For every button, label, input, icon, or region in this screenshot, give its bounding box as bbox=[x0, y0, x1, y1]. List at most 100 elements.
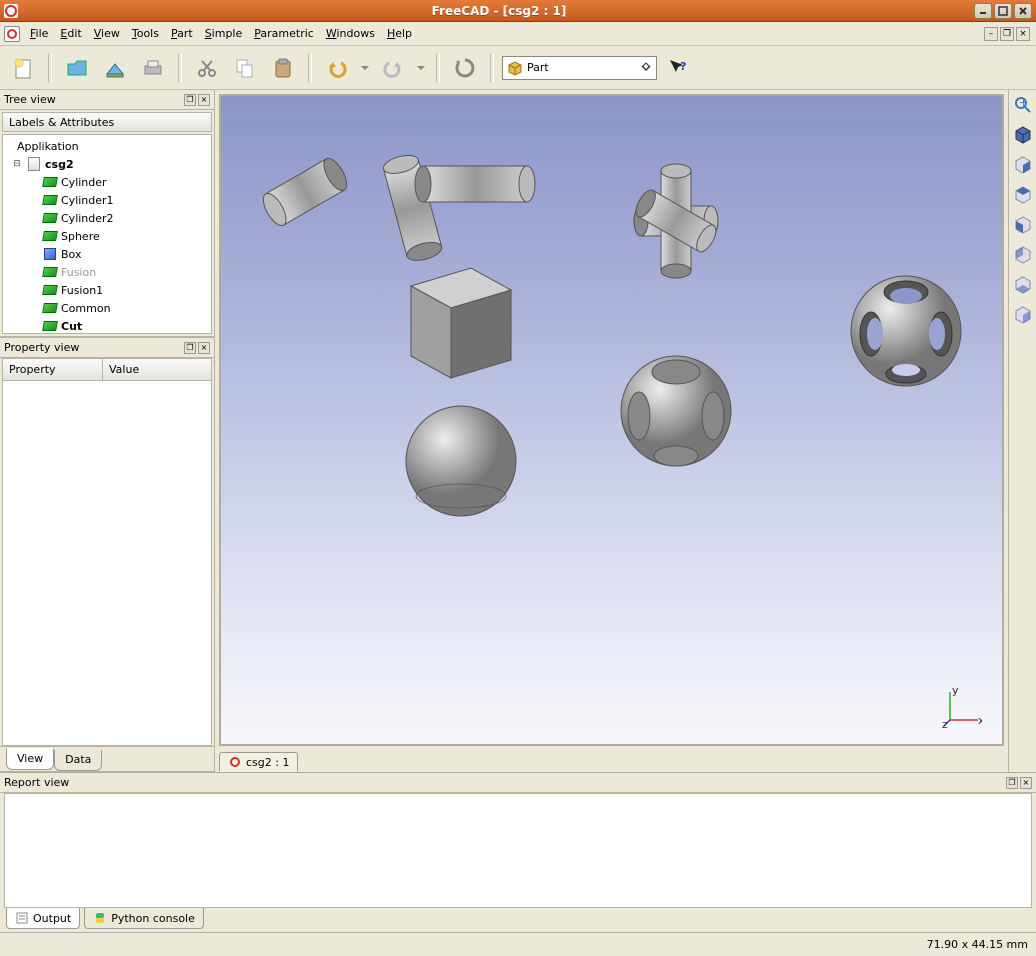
tree-item-cylinder[interactable]: Cylinder bbox=[3, 173, 211, 191]
prop-col-property[interactable]: Property bbox=[3, 359, 103, 380]
shape-fusion1 bbox=[601, 151, 751, 291]
tree-close-button[interactable]: × bbox=[198, 94, 210, 106]
svg-text:+: + bbox=[1019, 96, 1028, 109]
tab-data[interactable]: Data bbox=[54, 750, 102, 771]
report-body[interactable] bbox=[4, 793, 1032, 908]
view-iso-button[interactable] bbox=[1012, 124, 1034, 146]
tab-output[interactable]: Output bbox=[6, 908, 80, 929]
print-button[interactable] bbox=[136, 51, 170, 85]
tree-item-label: Cut bbox=[61, 320, 82, 333]
workbench-selector[interactable]: Part bbox=[502, 56, 657, 80]
tree-view-title: Tree view bbox=[4, 93, 56, 106]
svg-text:?: ? bbox=[680, 60, 686, 73]
part-icon bbox=[42, 264, 58, 280]
tree-item-box[interactable]: Box bbox=[3, 245, 211, 263]
menu-help[interactable]: Help bbox=[381, 24, 418, 43]
tree-view-panel: Tree view ❐ × Labels & Attributes Applik… bbox=[0, 90, 214, 338]
tab-view[interactable]: View bbox=[6, 748, 54, 770]
mdi-restore-button[interactable]: ❐ bbox=[1000, 27, 1014, 41]
prop-close-button[interactable]: × bbox=[198, 342, 210, 354]
menu-edit[interactable]: Edit bbox=[54, 24, 87, 43]
shape-cylinder2 bbox=[411, 156, 541, 216]
tree-item-cylinder2[interactable]: Cylinder2 bbox=[3, 209, 211, 227]
zoom-fit-button[interactable]: + bbox=[1012, 94, 1034, 116]
menu-part[interactable]: Part bbox=[165, 24, 199, 43]
view-right-button[interactable] bbox=[1012, 214, 1034, 236]
3d-viewport[interactable]: x y z bbox=[219, 94, 1004, 746]
tree-item-common[interactable]: Common bbox=[3, 299, 211, 317]
property-table[interactable]: Property Value bbox=[2, 358, 212, 746]
tree-item-label: Cylinder2 bbox=[61, 212, 114, 225]
mdi-minimize-button[interactable]: – bbox=[984, 27, 998, 41]
menu-parametric[interactable]: Parametric bbox=[248, 24, 320, 43]
menu-tools[interactable]: Tools bbox=[126, 24, 165, 43]
menu-file[interactable]: File bbox=[24, 24, 54, 43]
tree-item-fusion[interactable]: Fusion bbox=[3, 263, 211, 281]
minimize-button[interactable] bbox=[974, 3, 992, 19]
tree-root[interactable]: Applikation bbox=[3, 137, 211, 155]
open-file-button[interactable] bbox=[60, 51, 94, 85]
view-front-button[interactable] bbox=[1012, 154, 1034, 176]
report-undock-button[interactable]: ❐ bbox=[1006, 777, 1018, 789]
tree-item-fusion1[interactable]: Fusion1 bbox=[3, 281, 211, 299]
tree-item-cut[interactable]: Cut bbox=[3, 317, 211, 334]
menu-simple[interactable]: Simple bbox=[199, 24, 249, 43]
view-back-button[interactable] bbox=[1012, 244, 1034, 266]
prop-col-value[interactable]: Value bbox=[103, 359, 211, 380]
part-icon bbox=[42, 174, 58, 190]
report-view-panel: Report view ❐ × Output Python console bbox=[0, 772, 1036, 932]
shape-cut bbox=[841, 266, 971, 396]
axes-indicator: x y z bbox=[942, 688, 982, 728]
tree-undock-button[interactable]: ❐ bbox=[184, 94, 196, 106]
tree-item-cylinder1[interactable]: Cylinder1 bbox=[3, 191, 211, 209]
document-tab[interactable]: csg2 : 1 bbox=[219, 752, 298, 772]
save-file-button[interactable] bbox=[98, 51, 132, 85]
output-icon bbox=[15, 911, 29, 925]
view-top-button[interactable] bbox=[1012, 184, 1034, 206]
cut-button[interactable] bbox=[190, 51, 224, 85]
report-close-button[interactable]: × bbox=[1020, 777, 1032, 789]
tree-body[interactable]: Applikation ⊟ csg2 Cylinder Cylinder1 Cyli… bbox=[2, 134, 212, 334]
maximize-button[interactable] bbox=[994, 3, 1012, 19]
redo-button[interactable] bbox=[376, 51, 410, 85]
svg-text:y: y bbox=[952, 688, 959, 697]
part-icon bbox=[42, 228, 58, 244]
part-wb-icon bbox=[507, 60, 523, 76]
redo-menu-button[interactable] bbox=[414, 51, 428, 85]
prop-undock-button[interactable]: ❐ bbox=[184, 342, 196, 354]
view-left-button[interactable] bbox=[1012, 304, 1034, 326]
tree-item-label: Common bbox=[61, 302, 111, 315]
undo-button[interactable] bbox=[320, 51, 354, 85]
status-coordinates: 71.90 x 44.15 mm bbox=[927, 938, 1028, 951]
refresh-button[interactable] bbox=[448, 51, 482, 85]
tree-item-label: Fusion bbox=[61, 266, 96, 279]
close-button[interactable] bbox=[1014, 3, 1032, 19]
menubar: File Edit View Tools Part Simple Paramet… bbox=[0, 22, 1036, 46]
menu-windows[interactable]: Windows bbox=[320, 24, 381, 43]
box-icon bbox=[42, 246, 58, 262]
view-toolbar: + bbox=[1008, 90, 1036, 772]
copy-button[interactable] bbox=[228, 51, 262, 85]
new-file-button[interactable] bbox=[6, 51, 40, 85]
report-view-title: Report view bbox=[4, 776, 69, 789]
svg-text:x: x bbox=[978, 714, 982, 727]
tree-item-label: Fusion1 bbox=[61, 284, 103, 297]
tree-item-sphere[interactable]: Sphere bbox=[3, 227, 211, 245]
tree-item-label: Cylinder1 bbox=[61, 194, 114, 207]
toolbar: Part ? bbox=[0, 46, 1036, 90]
python-icon bbox=[93, 911, 107, 925]
tree-doc[interactable]: ⊟ csg2 bbox=[3, 155, 211, 173]
tree-column-header[interactable]: Labels & Attributes bbox=[2, 112, 212, 132]
undo-menu-button[interactable] bbox=[358, 51, 372, 85]
tab-python-console[interactable]: Python console bbox=[84, 908, 204, 929]
paste-button[interactable] bbox=[266, 51, 300, 85]
app-icon bbox=[4, 4, 18, 18]
menu-view[interactable]: View bbox=[88, 24, 126, 43]
property-view-panel: Property view ❐ × Property Value View Da… bbox=[0, 338, 214, 772]
whats-this-button[interactable]: ? bbox=[661, 51, 695, 85]
svg-text:z: z bbox=[942, 718, 948, 728]
shape-sphere bbox=[396, 396, 526, 526]
mdi-close-button[interactable]: × bbox=[1016, 27, 1030, 41]
view-bottom-button[interactable] bbox=[1012, 274, 1034, 296]
freecad-icon bbox=[4, 26, 20, 42]
